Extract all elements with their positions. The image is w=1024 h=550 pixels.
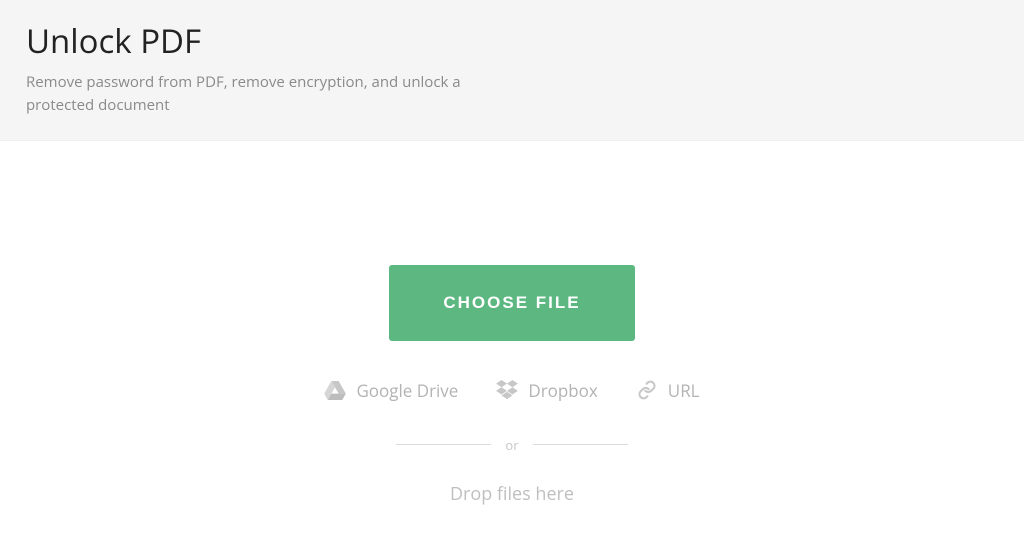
link-icon — [636, 380, 658, 400]
dropbox-icon — [496, 380, 518, 400]
source-label: URL — [668, 379, 700, 402]
drop-zone-label[interactable]: Drop files here — [450, 482, 574, 506]
main: CHOOSE FILE Google Drive — [0, 141, 1024, 506]
separator: or — [396, 436, 627, 454]
source-dropbox[interactable]: Dropbox — [496, 379, 597, 402]
choose-file-button[interactable]: CHOOSE FILE — [389, 265, 634, 341]
separator-line — [533, 444, 628, 445]
page-subtitle: Remove password from PDF, remove encrypt… — [26, 71, 506, 118]
source-label: Google Drive — [356, 379, 458, 402]
separator-line — [396, 444, 491, 445]
source-url[interactable]: URL — [636, 379, 700, 402]
source-google-drive[interactable]: Google Drive — [324, 379, 458, 402]
page-title: Unlock PDF — [26, 18, 998, 63]
source-label: Dropbox — [528, 379, 597, 402]
separator-label: or — [505, 436, 518, 454]
header: Unlock PDF Remove password from PDF, rem… — [0, 0, 1024, 141]
google-drive-icon — [324, 381, 346, 400]
file-sources: Google Drive Dropbox URL — [324, 379, 699, 402]
